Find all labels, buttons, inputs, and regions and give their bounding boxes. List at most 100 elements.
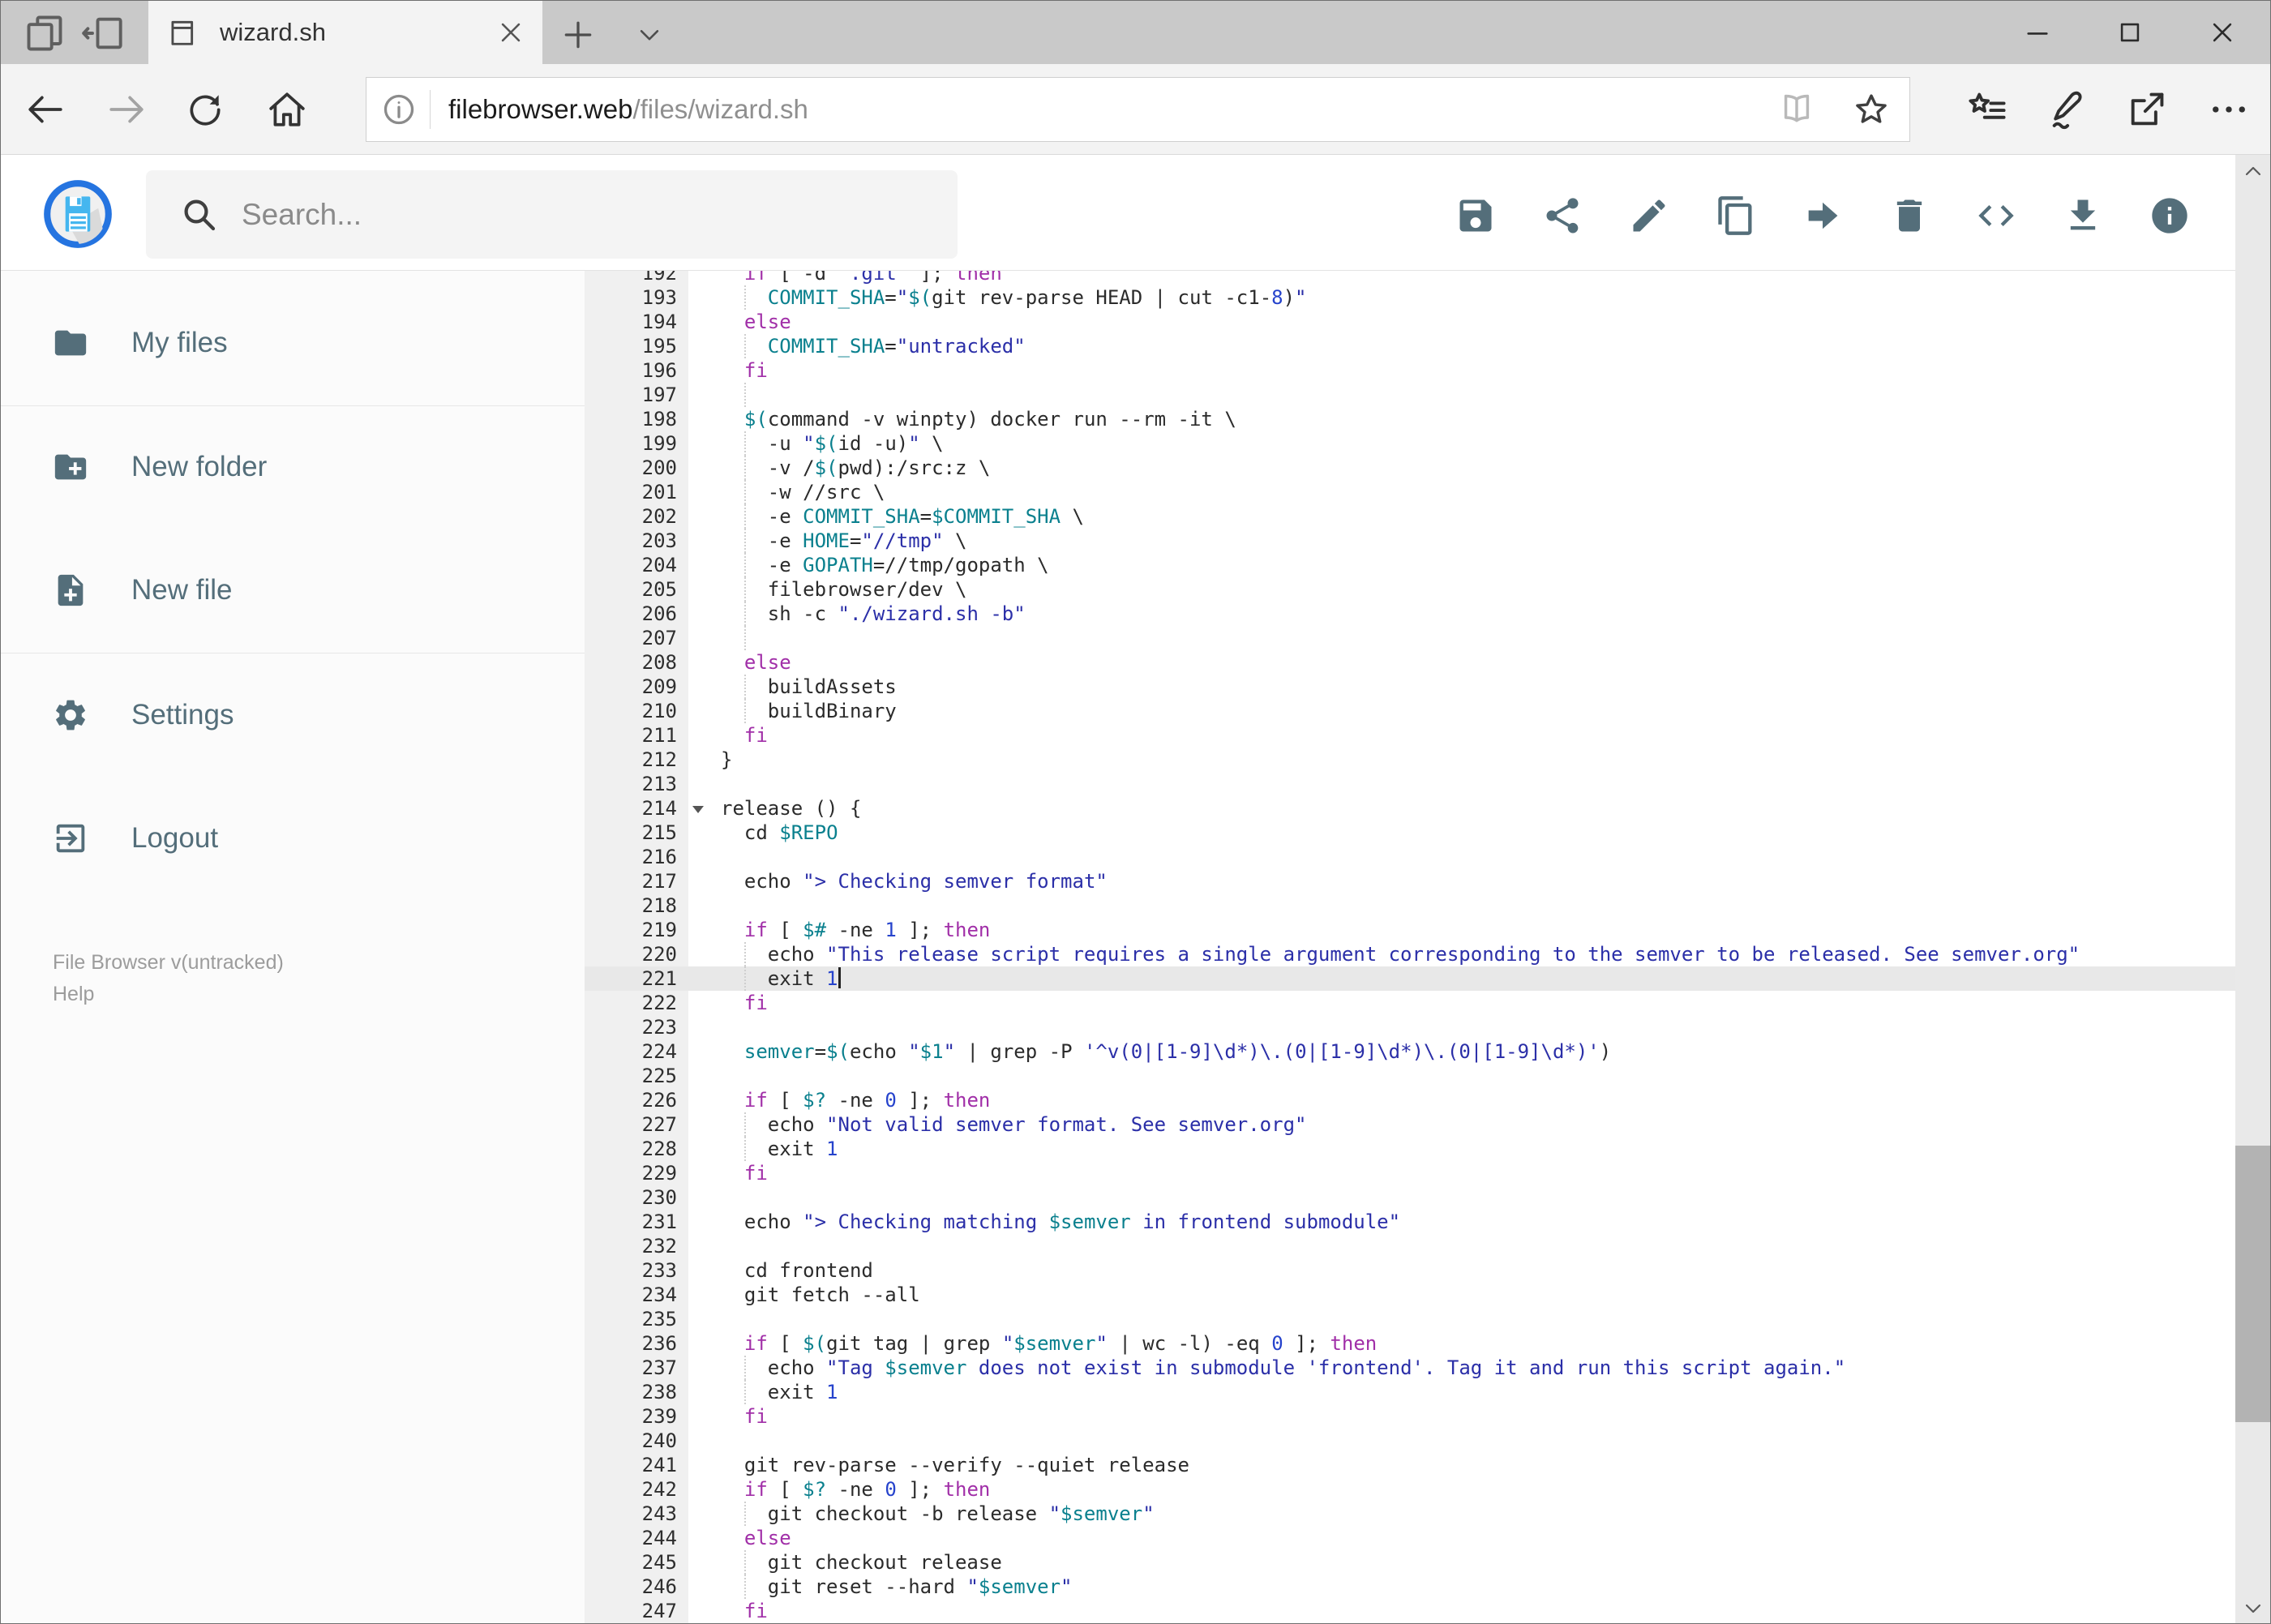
help-link[interactable]: Help	[53, 979, 284, 1010]
code-line[interactable]: 206 sh -c "./wizard.sh -b"	[585, 602, 2235, 626]
code-line[interactable]: 233 cd frontend	[585, 1258, 2235, 1283]
code-line[interactable]: 192 if [ -d ".git" ]; then	[585, 271, 2235, 285]
code-line[interactable]: 240	[585, 1429, 2235, 1453]
code-line[interactable]: 228 exit 1	[585, 1137, 2235, 1161]
more-icon[interactable]	[2208, 88, 2250, 131]
url-text[interactable]: filebrowser.web/files/wizard.sh	[448, 94, 1778, 125]
code-line[interactable]: 209 buildAssets	[585, 675, 2235, 699]
code-line[interactable]: 205 filebrowser/dev \	[585, 577, 2235, 602]
code-line[interactable]: 243 git checkout -b release "$semver"	[585, 1502, 2235, 1526]
code-line[interactable]: 245 git checkout release	[585, 1550, 2235, 1575]
refresh-icon[interactable]	[185, 89, 225, 130]
code-line[interactable]: 202 -e COMMIT_SHA=$COMMIT_SHA \	[585, 504, 2235, 529]
code-line[interactable]: 234 git fetch --all	[585, 1283, 2235, 1307]
back-icon[interactable]	[25, 89, 66, 130]
code-line[interactable]: 224 semver=$(echo "$1" | grep -P '^v(0|[…	[585, 1039, 2235, 1064]
code-line[interactable]: 223	[585, 1015, 2235, 1039]
tabs-aside-icon[interactable]	[82, 12, 124, 54]
code-line[interactable]: 200 -v /$(pwd):/src:z \	[585, 456, 2235, 480]
copy-button[interactable]	[1715, 195, 1757, 237]
code-line[interactable]: 214 release () {	[585, 796, 2235, 821]
browser-tab[interactable]: wizard.sh	[148, 1, 542, 64]
tab-list-chevron-icon[interactable]	[633, 22, 666, 49]
code-line[interactable]: 216	[585, 845, 2235, 869]
code-line[interactable]: 196 fi	[585, 358, 2235, 383]
code-line[interactable]: 231 echo "> Checking matching $semver in…	[585, 1210, 2235, 1234]
code-line[interactable]: 203 -e HOME="//tmp" \	[585, 529, 2235, 553]
code-line[interactable]: 207	[585, 626, 2235, 650]
edit-button[interactable]	[1628, 195, 1670, 237]
tab-preview-icon[interactable]	[24, 12, 66, 54]
reading-view-icon[interactable]	[1778, 91, 1815, 128]
code-line[interactable]: 225	[585, 1064, 2235, 1088]
code-line[interactable]: 193 COMMIT_SHA="$(git rev-parse HEAD | c…	[585, 285, 2235, 310]
share-button[interactable]	[1541, 195, 1583, 237]
code-line[interactable]: 199 -u "$(id -u)" \	[585, 431, 2235, 456]
move-button[interactable]	[1802, 195, 1844, 237]
code-line[interactable]: 236 if [ $(git tag | grep "$semver" | wc…	[585, 1331, 2235, 1356]
code-line[interactable]: 246 git reset --hard "$semver"	[585, 1575, 2235, 1599]
sidebar-item-logout[interactable]: Logout	[52, 816, 218, 861]
code-line[interactable]: 227 echo "Not valid semver format. See s…	[585, 1112, 2235, 1137]
code-line[interactable]: 238 exit 1	[585, 1380, 2235, 1404]
minimize-button[interactable]	[1997, 9, 2078, 56]
forward-icon[interactable]	[106, 89, 147, 130]
code-line[interactable]: 194 else	[585, 310, 2235, 334]
code-line[interactable]: 211 fi	[585, 723, 2235, 748]
code-line[interactable]: 222 fi	[585, 991, 2235, 1015]
code-line[interactable]: 232	[585, 1234, 2235, 1258]
code-line[interactable]: 242 if [ $? -ne 0 ]; then	[585, 1477, 2235, 1502]
info-button[interactable]	[2149, 195, 2191, 237]
scroll-up-icon[interactable]	[2243, 161, 2263, 181]
page-scrollbar[interactable]	[2235, 155, 2270, 1623]
scrollbar-thumb[interactable]	[2235, 1146, 2270, 1422]
code-line[interactable]: 198 $(command -v winpty) docker run --rm…	[585, 407, 2235, 431]
sidebar-item-new-folder[interactable]: New folder	[52, 444, 267, 490]
code-editor[interactable]: 192 if [ -d ".git" ]; then 193 COMMIT_SHA…	[585, 271, 2235, 1623]
download-button[interactable]	[2062, 195, 2104, 237]
code-line[interactable]: 239 fi	[585, 1404, 2235, 1429]
search-input[interactable]	[240, 170, 958, 259]
code-button[interactable]	[1975, 195, 2017, 237]
sidebar-item-new-file[interactable]: New file	[52, 568, 232, 613]
code-line[interactable]: 244 else	[585, 1526, 2235, 1550]
code-line[interactable]: 230	[585, 1185, 2235, 1210]
code-line[interactable]: 235	[585, 1307, 2235, 1331]
close-window-button[interactable]	[2182, 9, 2263, 56]
delete-button[interactable]	[1888, 195, 1930, 237]
code-line[interactable]: 208 else	[585, 650, 2235, 675]
code-line[interactable]: 241 git rev-parse --verify --quiet relea…	[585, 1453, 2235, 1477]
address-bar[interactable]: filebrowser.web/files/wizard.sh	[366, 77, 1910, 142]
favorite-star-icon[interactable]	[1853, 91, 1890, 128]
code-line[interactable]: 219 if [ $# -ne 1 ]; then	[585, 918, 2235, 942]
search-box[interactable]	[146, 170, 958, 259]
code-line[interactable]: 218	[585, 893, 2235, 918]
code-line[interactable]: 221 exit 1	[585, 966, 2235, 991]
maximize-button[interactable]	[2089, 9, 2170, 56]
code-line[interactable]: 210 buildBinary	[585, 699, 2235, 723]
code-line[interactable]: 201 -w //src \	[585, 480, 2235, 504]
annotate-icon[interactable]	[2047, 88, 2089, 131]
new-tab-icon[interactable]	[560, 17, 596, 53]
code-line[interactable]: 204 -e GOPATH=//tmp/gopath \	[585, 553, 2235, 577]
filebrowser-logo-icon[interactable]	[41, 178, 114, 251]
sidebar-item-settings[interactable]: Settings	[52, 692, 234, 738]
save-button[interactable]	[1455, 195, 1497, 237]
close-tab-icon[interactable]	[497, 19, 525, 46]
code-line[interactable]: 197	[585, 383, 2235, 407]
share-icon[interactable]	[2126, 88, 2168, 131]
code-line[interactable]: 213	[585, 772, 2235, 796]
sidebar-item-my-files[interactable]: My files	[52, 320, 228, 366]
code-line[interactable]: 215 cd $REPO	[585, 821, 2235, 845]
code-line[interactable]: 212}	[585, 748, 2235, 772]
code-line[interactable]: 217 echo "> Checking semver format"	[585, 869, 2235, 893]
site-info-icon[interactable]	[381, 92, 417, 127]
code-line[interactable]: 220 echo "This release script requires a…	[585, 942, 2235, 966]
code-line[interactable]: 195 COMMIT_SHA="untracked"	[585, 334, 2235, 358]
code-line[interactable]: 237 echo "Tag $semver does not exist in …	[585, 1356, 2235, 1380]
hub-icon[interactable]	[1966, 88, 2008, 131]
code-line[interactable]: 226 if [ $? -ne 0 ]; then	[585, 1088, 2235, 1112]
scroll-down-icon[interactable]	[2243, 1599, 2263, 1618]
home-icon[interactable]	[267, 89, 307, 130]
code-line[interactable]: 247 fi	[585, 1599, 2235, 1623]
